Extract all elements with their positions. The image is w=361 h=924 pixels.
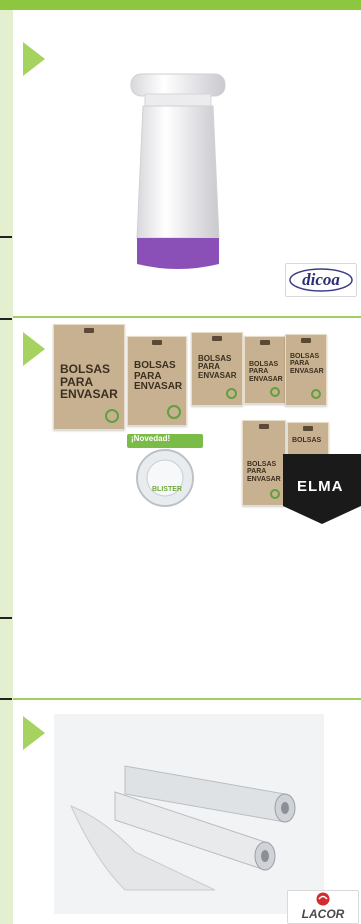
brand-name: LACOR — [301, 907, 345, 921]
seal-icon — [311, 389, 321, 399]
top-accent-bar — [0, 0, 361, 10]
brand-logo-small — [301, 338, 311, 343]
seal-icon — [226, 388, 237, 399]
bag-package: BOLSAS PARA ENVASAR — [242, 420, 286, 506]
bag-package: BOLSAS PARA ENVASAR — [244, 336, 286, 404]
margin-tick — [0, 617, 12, 619]
seal-icon — [167, 405, 181, 419]
play-arrow-icon — [23, 332, 45, 366]
bag-package: BOLSAS PARA ENVASAR — [285, 334, 327, 406]
brand-logo-dicoa: dicoa — [285, 263, 357, 297]
brand-logo-small — [84, 328, 94, 333]
margin-tick — [0, 318, 12, 320]
vacuum-rolls-image — [70, 765, 296, 891]
bag-label: BOLSAS PARA ENVASAR — [247, 461, 281, 483]
play-arrow-icon — [23, 716, 45, 750]
brand-logo-small — [303, 426, 313, 431]
product-card-vacuum-rolls[interactable]: LACOR — [13, 700, 361, 924]
margin-tick — [0, 236, 12, 238]
vacuum-pump-image — [130, 73, 226, 269]
bag-label: BOLSAS PARA ENVASAR — [198, 354, 237, 380]
brand-name: ELMA — [297, 478, 344, 495]
bag-label: BOLSAS PARA ENVASAR — [134, 360, 183, 392]
product-card-vacuum-pump[interactable]: dicoa — [13, 10, 361, 310]
blister-title: BLISTER — [152, 486, 182, 493]
bag-label: BOLSAS PARA ENVASAR — [60, 362, 118, 402]
left-margin-strip — [0, 10, 13, 924]
brand-logo-small — [259, 424, 269, 429]
lacor-emblem-icon — [316, 892, 330, 906]
seal-icon — [270, 387, 280, 397]
blister-package-image — [127, 434, 203, 507]
seal-icon — [270, 489, 280, 499]
brand-logo-small — [212, 336, 222, 341]
bag-label: BOLSAS PARA ENVASAR — [290, 353, 324, 375]
brand-logo-small — [260, 340, 270, 345]
seal-icon — [105, 409, 119, 423]
bag-package: BOLSAS PARA ENVASAR — [53, 324, 125, 430]
bag-package: BOLSAS PARA ENVASAR — [191, 332, 243, 406]
bag-label: BOLSAS PARA ENVASAR — [249, 361, 283, 383]
brand-logo-lacor: LACOR — [287, 890, 359, 924]
bag-package: BOLSAS PARA ENVASAR — [127, 336, 187, 426]
bag-label: BOLSAS — [292, 437, 322, 444]
product-card-vacuum-bags[interactable]: BOLSAS PARA ENVASAR BOLSAS PARA ENVASAR … — [13, 318, 361, 696]
play-arrow-icon — [23, 42, 45, 76]
novedad-badge: ¡Novedad! — [131, 434, 171, 443]
margin-tick — [0, 698, 12, 700]
brand-name: dicoa — [302, 270, 340, 289]
brand-logo-small — [152, 340, 162, 345]
